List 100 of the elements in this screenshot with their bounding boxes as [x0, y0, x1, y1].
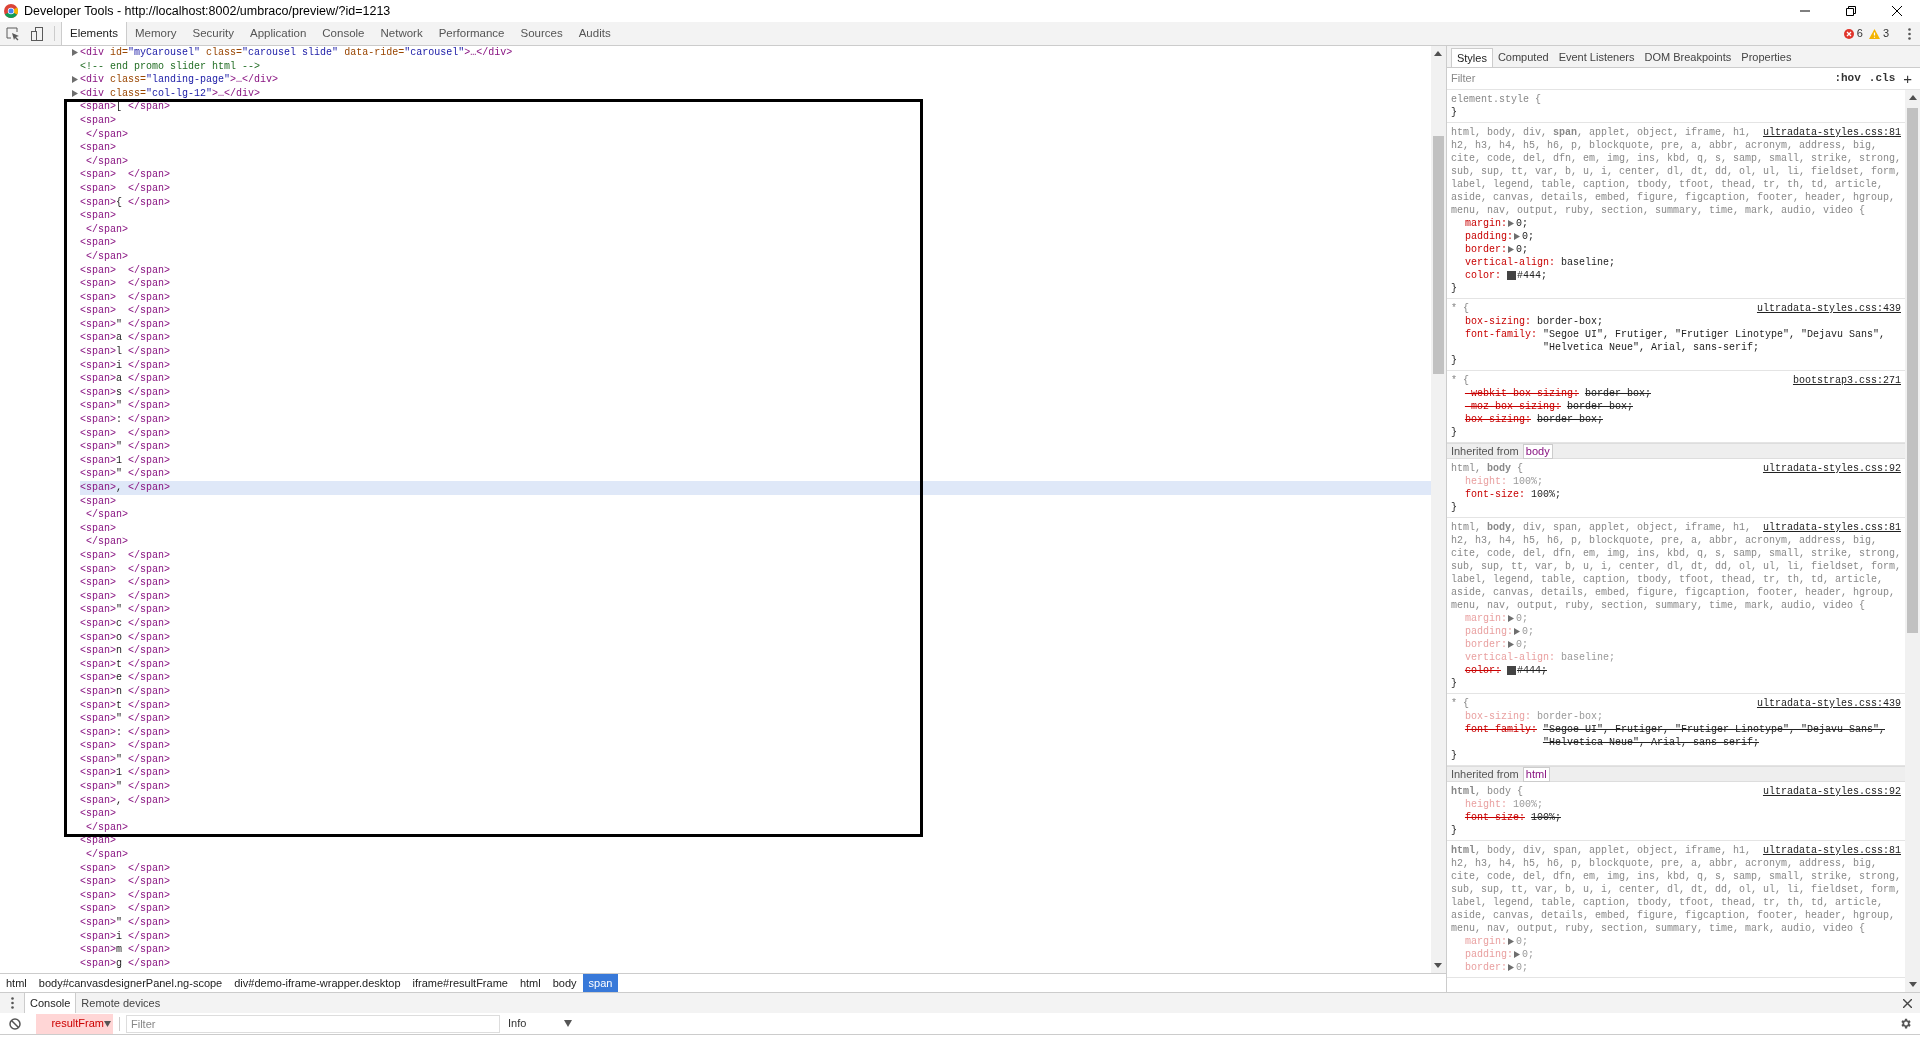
property-name[interactable]: box-sizing:: [1464, 315, 1531, 328]
source-link[interactable]: ultradata-styles.css:92: [1762, 462, 1901, 475]
panel-tab[interactable]: Sources: [512, 22, 571, 45]
log-level-selector[interactable]: Info: [508, 1015, 572, 1032]
panel-tab[interactable]: Security: [184, 22, 242, 45]
property-name[interactable]: vertical-align:: [1464, 256, 1555, 269]
source-link[interactable]: ultradata-styles.css:92: [1762, 785, 1901, 798]
property-name[interactable]: font-family:: [1464, 723, 1537, 736]
expand-triangle-icon[interactable]: [1507, 964, 1514, 971]
source-link[interactable]: bootstrap3.css:271: [1792, 374, 1901, 387]
styles-filter-field[interactable]: Filter: [1450, 70, 1831, 87]
property-value[interactable]: #444;: [1516, 664, 1547, 677]
expand-triangle-icon[interactable]: [1513, 951, 1520, 958]
scrollbar[interactable]: [1905, 90, 1920, 992]
sidebar-tab[interactable]: Styles: [1450, 48, 1493, 67]
color-swatch[interactable]: [1506, 271, 1516, 280]
property-name[interactable]: color:: [1464, 269, 1501, 282]
expand-triangle-icon[interactable]: [1507, 615, 1514, 622]
context-selector[interactable]: resultFram: [36, 1013, 113, 1034]
property-name[interactable]: -webkit-box-sizing:: [1464, 387, 1579, 400]
sidebar-tab[interactable]: Properties: [1736, 48, 1797, 67]
property-value[interactable]: "Segoe UI", Frutiger, "Frutiger Linotype", "Dejavu Sans", "Helvetica Neue", Arial, sans-serif;: [1542, 723, 1901, 749]
scroll-up-icon[interactable]: [1908, 95, 1917, 100]
color-swatch[interactable]: [1506, 666, 1516, 675]
css-selector-line: html, body {: [1450, 785, 1523, 798]
property-name[interactable]: margin:: [1464, 217, 1507, 230]
property-value[interactable]: #444;: [1516, 269, 1547, 282]
source-link[interactable]: ultradata-styles.css:81: [1762, 126, 1901, 139]
expand-triangle-icon[interactable]: [72, 49, 78, 57]
css-selector-line: element.style {: [1450, 93, 1541, 106]
closing-brace: }: [1450, 106, 1457, 119]
css-selector-line: html, body, div, span, applet, object, iframe, h1,: [1450, 844, 1751, 857]
property-value[interactable]: 0;: [1515, 243, 1528, 256]
property-name[interactable]: border:: [1464, 243, 1507, 256]
panel-tab[interactable]: Network: [372, 22, 431, 45]
property-value[interactable]: border-box;: [1584, 387, 1651, 400]
property-name[interactable]: color:: [1464, 664, 1501, 677]
property-value[interactable]: border-box;: [1566, 400, 1633, 413]
breadcrumb-item[interactable]: html: [513, 974, 547, 992]
new-rule-button[interactable]: +: [1899, 71, 1916, 86]
property-name[interactable]: box-sizing:: [1464, 413, 1531, 426]
expand-triangle-icon[interactable]: [1507, 641, 1514, 648]
panel-tab[interactable]: Memory: [126, 22, 185, 45]
scroll-down-icon[interactable]: [1908, 982, 1917, 987]
expand-triangle-icon[interactable]: [1513, 233, 1520, 240]
hover-state-toggle[interactable]: :hov: [1830, 70, 1865, 87]
expand-triangle-icon[interactable]: [1507, 246, 1514, 253]
panel-tab[interactable]: Performance: [430, 22, 513, 45]
expand-triangle-icon[interactable]: [1507, 938, 1514, 945]
inherited-tag[interactable]: body: [1522, 443, 1553, 459]
sidebar-tab[interactable]: DOM Breakpoints: [1639, 48, 1737, 67]
breadcrumb-item[interactable]: body#canvasdesignerPanel.ng-scope: [32, 974, 229, 992]
console-filter-field[interactable]: Filter: [126, 1014, 500, 1033]
class-toggle[interactable]: .cls: [1864, 70, 1900, 87]
inherited-tag[interactable]: html: [1522, 766, 1550, 782]
css-selector-line: menu, nav, output, ruby, section, summary, time, mark, audio, video {: [1450, 204, 1865, 217]
expand-triangle-icon[interactable]: [1513, 628, 1520, 635]
css-selector-line: html, body, div, span, applet, object, iframe, h1,: [1450, 521, 1751, 534]
property-value[interactable]: 0;: [1521, 230, 1534, 243]
cursor-in-box-icon: [6, 26, 20, 41]
inherited-label: Inherited from: [1450, 766, 1519, 782]
sidebar-tab[interactable]: Computed: [1492, 48, 1554, 67]
property-value[interactable]: 100%;: [1530, 811, 1561, 824]
property-name[interactable]: font-size:: [1464, 488, 1525, 501]
scrollbar-thumb[interactable]: [1907, 108, 1918, 633]
breadcrumb-item[interactable]: div#demo-iframe-wrapper.desktop: [228, 974, 407, 992]
scroll-down-icon[interactable]: [1434, 963, 1443, 968]
source-link[interactable]: ultradata-styles.css:81: [1762, 521, 1901, 534]
drawer-tab[interactable]: Remote devices: [76, 993, 166, 1013]
css-selector-line: label, legend, table, caption, tbody, tfoot, thead, tr, th, td, article,: [1450, 896, 1883, 909]
property-value[interactable]: 0;: [1515, 217, 1528, 230]
breadcrumb-item[interactable]: body: [546, 974, 583, 992]
kebab-menu-icon: [10, 997, 14, 1009]
panel-tab[interactable]: Audits: [570, 22, 619, 45]
breadcrumb-item[interactable]: span: [582, 974, 619, 992]
block-icon: [9, 1017, 21, 1030]
property-name[interactable]: padding:: [1464, 230, 1513, 243]
breadcrumb-item[interactable]: html: [0, 974, 33, 992]
panel-tab[interactable]: Console: [314, 22, 373, 45]
property-value[interactable]: 100%;: [1530, 488, 1561, 501]
property-name[interactable]: font-family:: [1464, 328, 1537, 341]
sidebar-tab[interactable]: Event Listeners: [1553, 48, 1640, 67]
property-value[interactable]: border-box;: [1536, 315, 1603, 328]
css-selector-line: aside, canvas, details, embed, figure, figcaption, footer, header, hgroup,: [1450, 909, 1895, 922]
drawer-tab[interactable]: Console: [24, 993, 77, 1013]
panel-tab[interactable]: Elements: [61, 22, 127, 45]
source-link[interactable]: ultradata-styles.css:439: [1756, 697, 1901, 710]
breadcrumb-item[interactable]: iframe#resultFrame: [406, 974, 514, 992]
scroll-up-icon[interactable]: [1434, 51, 1443, 56]
expand-triangle-icon[interactable]: [1507, 220, 1514, 227]
property-value[interactable]: "Segoe UI", Frutiger, "Frutiger Linotype", "Dejavu Sans", "Helvetica Neue", Arial, sans-serif;: [1542, 328, 1901, 354]
property-name[interactable]: -moz-box-sizing:: [1464, 400, 1561, 413]
property-value[interactable]: baseline;: [1560, 256, 1615, 269]
property-value[interactable]: border-box;: [1536, 413, 1603, 426]
source-link[interactable]: ultradata-styles.css:81: [1762, 844, 1901, 857]
warning-count: 3: [1882, 26, 1889, 42]
source-link[interactable]: ultradata-styles.css:439: [1756, 302, 1901, 315]
scrollbar-thumb[interactable]: [1432, 136, 1444, 374]
panel-tab[interactable]: Application: [242, 22, 315, 45]
property-name[interactable]: font-size:: [1464, 811, 1525, 824]
